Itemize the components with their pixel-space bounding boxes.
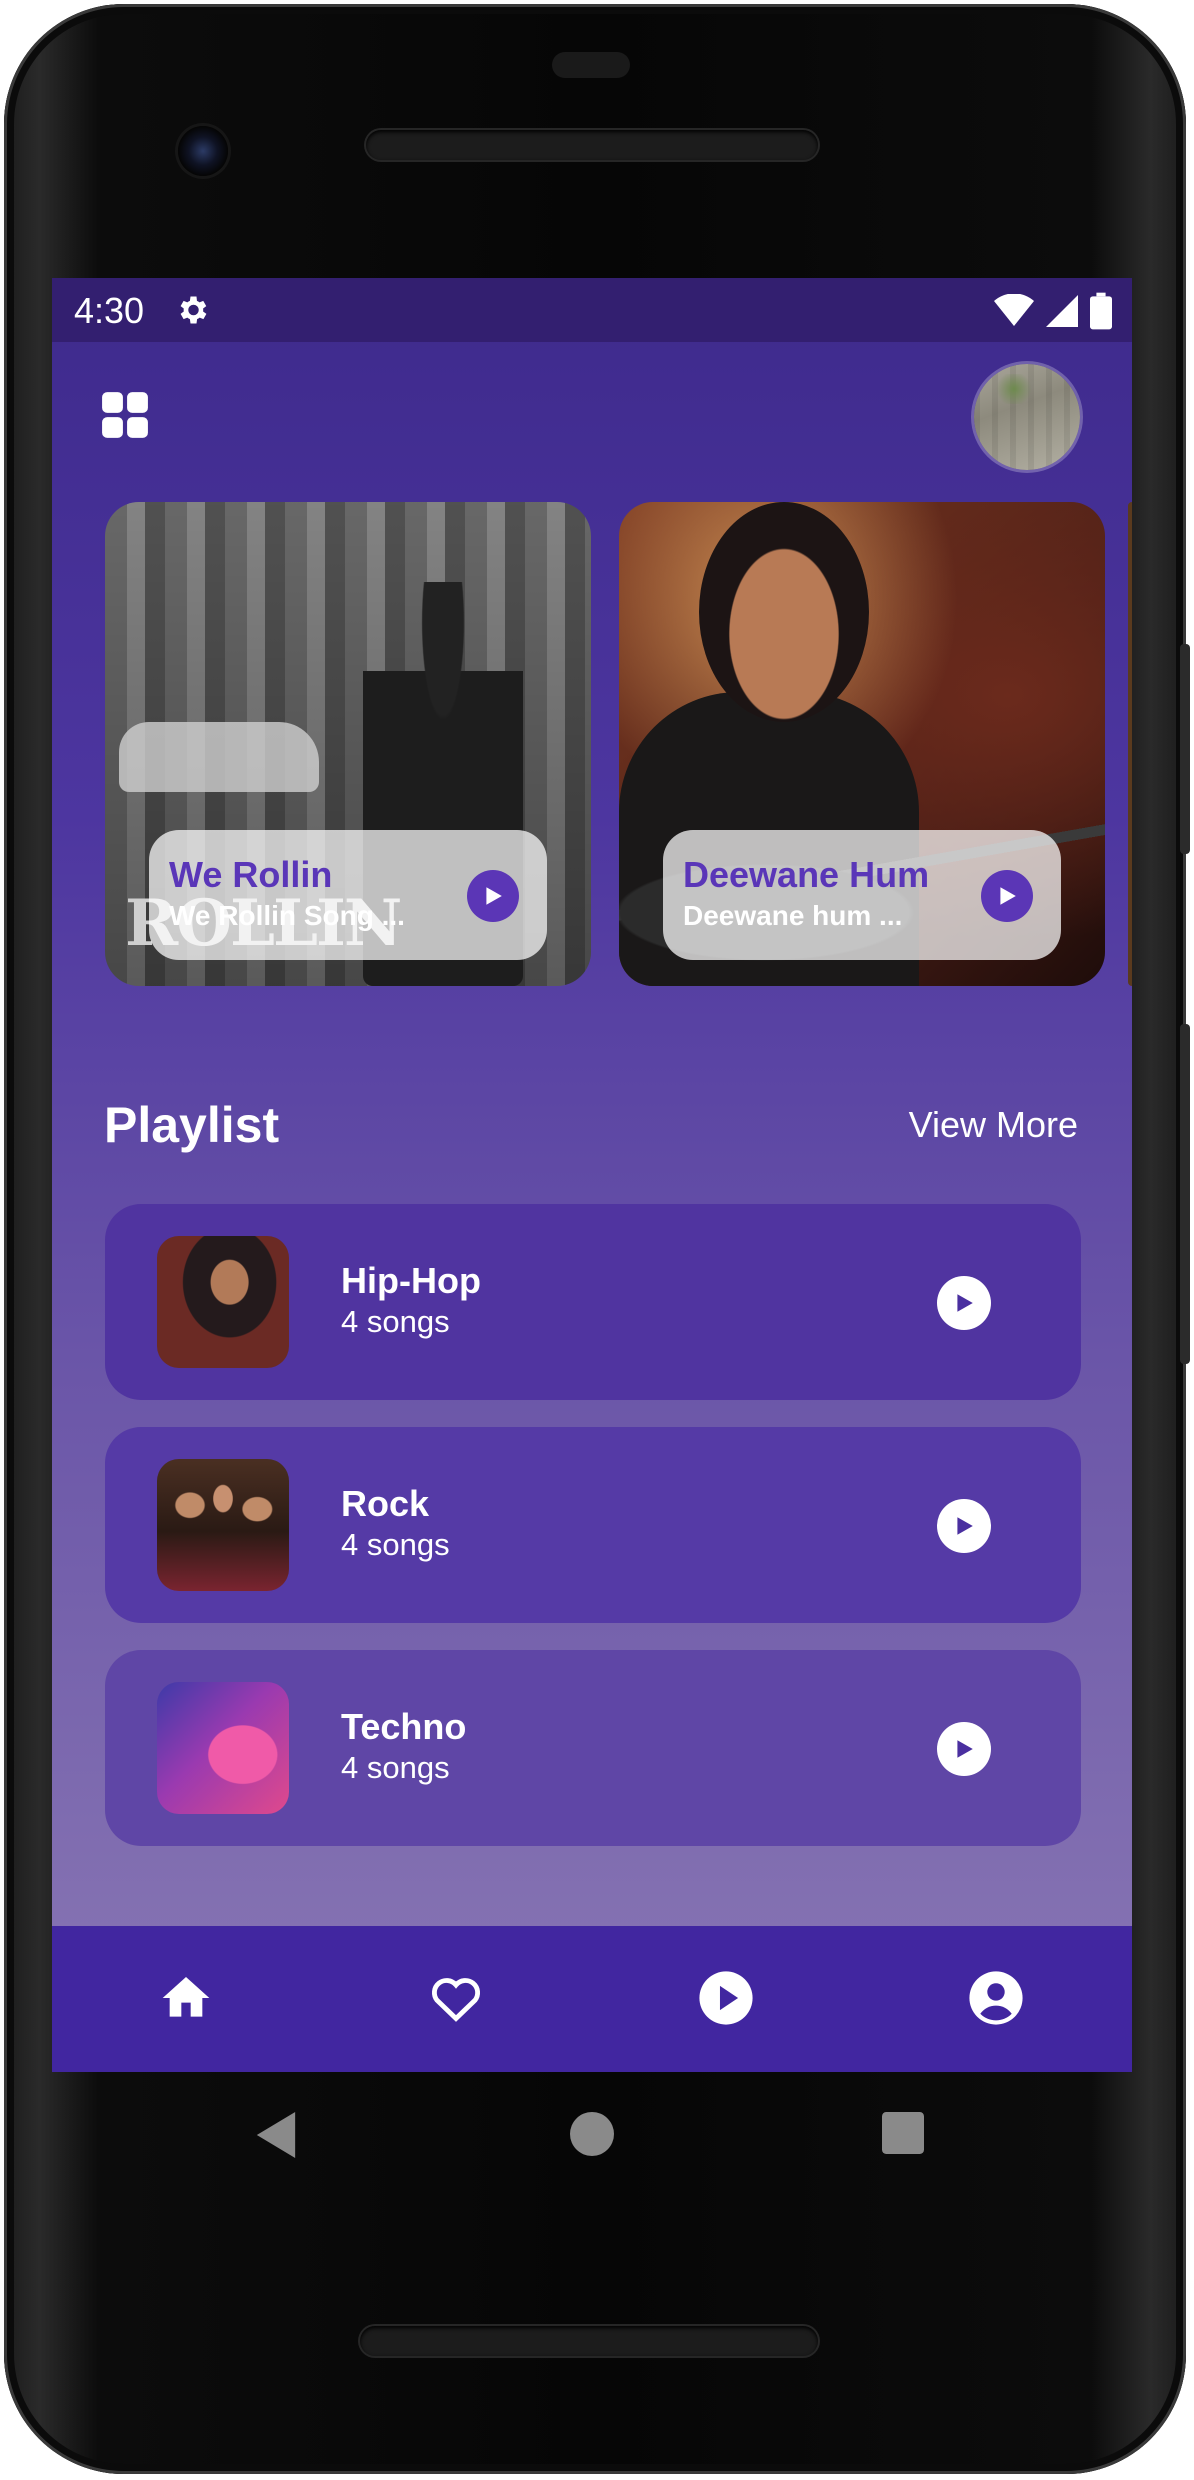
home-icon [162, 1977, 210, 2017]
playlist-count: 4 songs [341, 1304, 450, 1339]
home-button-icon[interactable] [570, 2112, 614, 2156]
featured-info-panel: We Rollin We Rollin Song ... [149, 830, 547, 960]
recents-icon[interactable] [882, 2112, 924, 2154]
featured-subtitle: Deewane hum ... [683, 900, 903, 931]
nav-account[interactable] [966, 1968, 1026, 2028]
play-icon [957, 1740, 973, 1758]
featured-info-panel: Deewane Hum Deewane hum ... [663, 830, 1061, 960]
play-circle-icon [699, 1971, 753, 2025]
playlist-count: 4 songs [341, 1527, 450, 1562]
playlist-item-techno[interactable]: Techno 4 songs [105, 1650, 1081, 1846]
bottom-navigation [52, 1926, 1132, 2072]
playlist-item-rock[interactable]: Rock 4 songs [105, 1427, 1081, 1623]
earpiece [552, 52, 630, 78]
play-icon [957, 1294, 973, 1312]
bottom-speaker [360, 2326, 818, 2356]
featured-card-deewane-hum[interactable]: Deewane Hum Deewane hum ... [619, 502, 1105, 986]
playlist-name: Techno [341, 1706, 467, 1747]
nav-favorites[interactable] [426, 1968, 486, 2028]
playlist-thumbnail [157, 1682, 289, 1814]
featured-carousel[interactable]: ROLLIN We Rollin We Rollin Song ... Deew… [105, 502, 1132, 986]
wifi-icon [994, 294, 1034, 326]
battery-icon [1090, 292, 1112, 330]
playlist-name: Rock [341, 1483, 430, 1524]
profile-avatar[interactable] [974, 364, 1080, 470]
cover-figure [699, 502, 869, 722]
playlist-thumbnail [157, 1459, 289, 1591]
grid-icon[interactable] [100, 390, 150, 440]
status-bar: 4:30 [52, 278, 1132, 342]
play-icon [957, 1517, 973, 1535]
heart-icon [431, 1978, 481, 2022]
featured-subtitle: We Rollin Song ... [169, 900, 405, 931]
account-icon [969, 1971, 1023, 2025]
system-navigation-bar [52, 2072, 1132, 2202]
play-icon [1000, 887, 1016, 905]
playlist-play-button[interactable] [937, 1722, 991, 1776]
view-more-link[interactable]: View More [909, 1104, 1078, 1146]
playlist-count: 4 songs [341, 1750, 450, 1785]
featured-play-button[interactable] [981, 870, 1033, 922]
play-icon [486, 887, 502, 905]
back-icon[interactable] [256, 2112, 296, 2158]
featured-play-button[interactable] [467, 870, 519, 922]
gear-icon [180, 296, 207, 324]
featured-title: We Rollin [169, 854, 333, 895]
playlist-heading: Playlist [104, 1097, 280, 1153]
volume-button [1180, 644, 1190, 854]
nav-home[interactable] [156, 1968, 216, 2028]
status-time: 4:30 [74, 290, 145, 331]
playlist-play-button[interactable] [937, 1276, 991, 1330]
playlist-play-button[interactable] [937, 1499, 991, 1553]
playlist-thumbnail [157, 1236, 289, 1368]
app-screen: 4:30 ROLLIN [52, 278, 1132, 2072]
signal-icon [1046, 295, 1078, 327]
nav-player[interactable] [696, 1968, 756, 2028]
top-speaker [366, 130, 818, 160]
featured-title: Deewane Hum [683, 854, 930, 895]
playlist-name: Hip-Hop [341, 1260, 481, 1301]
front-camera [178, 126, 228, 176]
next-card-peek [1128, 502, 1132, 986]
power-button [1180, 1024, 1190, 1364]
playlist-item-hip-hop[interactable]: Hip-Hop 4 songs [105, 1204, 1081, 1400]
